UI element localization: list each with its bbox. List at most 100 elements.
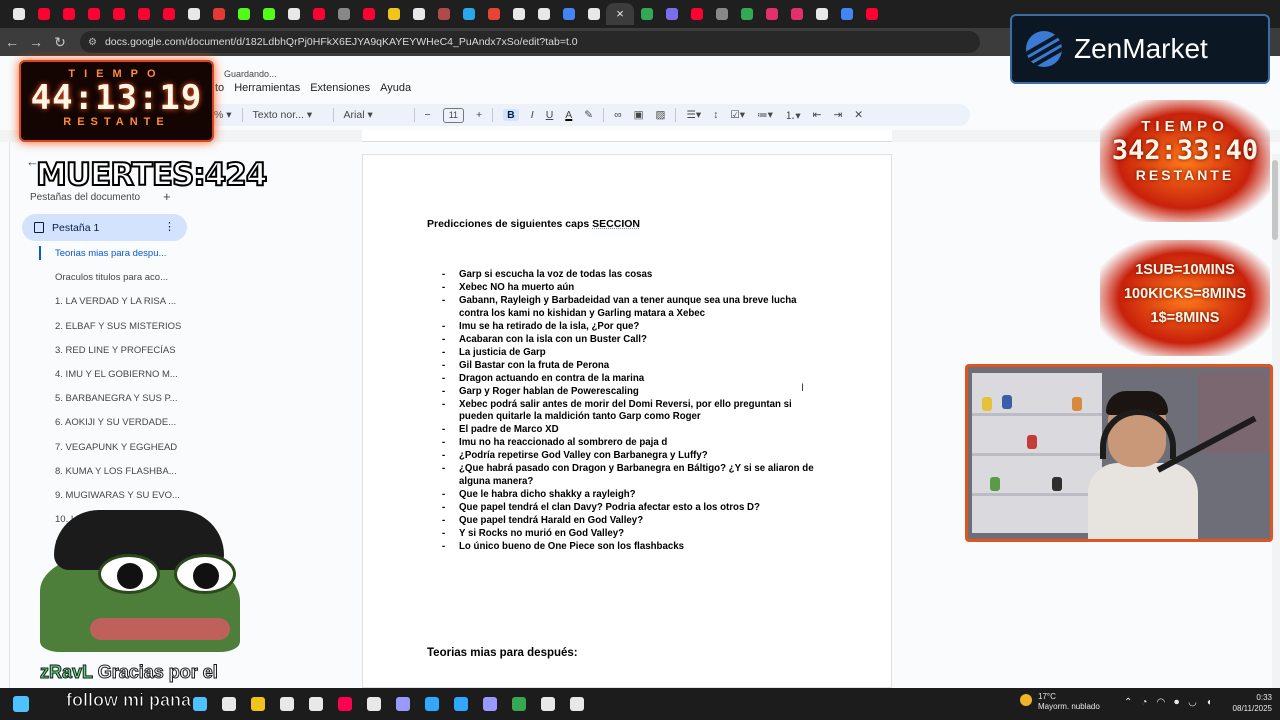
browser-tab[interactable] [859,3,884,25]
network-icon[interactable]: ◠ [1156,697,1165,708]
browser-tab[interactable] [406,3,431,25]
browser-tab[interactable] [456,3,481,25]
taskbar-clock[interactable]: 0:33 08/11/2025 [1222,692,1272,714]
browser-tab[interactable] [106,3,131,25]
text-color-button[interactable]: A [565,109,572,121]
browser-tab[interactable] [506,3,531,25]
horizontal-ruler[interactable] [362,130,892,142]
close-tab-icon[interactable]: × [616,7,624,20]
list-item[interactable]: - Garp si escucha la voz de todas las cos… [442,269,827,282]
browser-tab[interactable] [709,3,734,25]
reload-icon[interactable]: ↻ [48,34,72,51]
list-item[interactable]: - Dragon actuando en contra de la marina [442,373,827,386]
link-icon[interactable]: ∞ [614,109,622,121]
scrollbar-thumb[interactable] [1272,160,1278,240]
decrease-indent-icon[interactable]: ⇤ [813,109,822,121]
browser-tab[interactable] [181,3,206,25]
url-field[interactable]: ⚙ docs.google.com/document/d/182LdbhQrPj… [80,31,980,53]
highlight-icon[interactable]: ✎ [584,109,593,121]
list-item[interactable]: - Xebec podrá salir antes de morir del Do… [442,399,827,425]
outline-item[interactable]: 7. VEGAPUNK Y EGGHEAD [55,442,181,466]
taskbar-app-icon[interactable] [330,688,359,720]
outline-item[interactable]: 1. LA VERDAD Y LA RISA ... [55,296,181,320]
browser-tab[interactable] [281,3,306,25]
font-size-decrease-button[interactable]: − [425,109,431,121]
list-item[interactable]: - Garp y Roger hablan de Powerescaling [442,386,827,399]
browser-tab[interactable] [431,3,456,25]
taskbar-app-icon[interactable] [504,688,533,720]
taskbar-app-icon[interactable] [388,688,417,720]
taskbar-app-icon[interactable] [475,688,504,720]
browser-tab[interactable] [634,3,659,25]
browser-tab[interactable] [381,3,406,25]
menu-item-extensiones[interactable]: Extensiones [310,82,370,94]
mic-icon[interactable]: ⏺ [1174,697,1179,708]
vertical-ruler[interactable] [0,142,10,688]
browser-tab[interactable] [206,3,231,25]
zoom-select[interactable]: % ▾ [214,109,232,121]
tab-options-icon[interactable]: ⋮ [164,220,175,233]
outline-item[interactable]: Oraculos titulos para aco... [55,272,181,296]
browser-tab[interactable] [256,3,281,25]
underline-button[interactable]: U [546,109,554,121]
style-select[interactable]: Texto nor... ▾ [253,109,323,121]
list-item[interactable]: - Acabaran con la isla con un Buster Call… [442,334,827,347]
font-select[interactable]: Arial ▾ [344,109,404,121]
browser-tab[interactable] [556,3,581,25]
site-info-icon[interactable]: ⚙ [88,37,97,48]
browser-tab[interactable] [684,3,709,25]
taskbar-app-icon[interactable] [533,688,562,720]
forward-icon[interactable]: → [24,34,48,50]
outline-item[interactable]: 3. RED LINE Y PROFECÍAS [55,345,181,369]
browser-tab[interactable] [231,3,256,25]
list-item[interactable]: - Que papel tendrá Harald en God Valley? [442,515,827,528]
taskbar-app-icon[interactable] [562,688,591,720]
font-size-increase-button[interactable]: + [476,109,482,121]
menu-item-ayuda[interactable]: Ayuda [380,82,411,94]
weather-icon[interactable] [1020,694,1032,706]
taskbar-app-icon[interactable] [272,688,301,720]
browser-tab[interactable] [834,3,859,25]
outline-item[interactable]: 4. IMU Y EL GOBIERNO M... [55,369,181,393]
browser-tab[interactable] [734,3,759,25]
browser-tab[interactable] [759,3,784,25]
taskbar-app-icon[interactable] [214,688,243,720]
line-spacing-icon[interactable]: ↕ [713,109,718,121]
wifi-icon[interactable]: ◡ [1188,697,1197,708]
list-item[interactable]: - Que papel tendrá el clan Davy? Podria a… [442,502,827,515]
increase-indent-icon[interactable]: ⇥ [833,109,842,121]
browser-tab[interactable] [531,3,556,25]
bulleted-list-icon[interactable]: ≔▾ [757,109,773,121]
italic-button[interactable]: I [531,109,534,121]
browser-tab[interactable] [6,3,31,25]
list-item[interactable]: - Lo único bueno de One Piece son los fla… [442,541,827,554]
outline-item[interactable]: 8. KUMA Y LOS FLASHBA... [55,466,181,490]
taskbar-app-icon[interactable] [243,688,272,720]
list-item[interactable]: - Imu se ha retirado de la isla, ¿Por que… [442,321,827,334]
tray-app-icon[interactable]: ◔ [1141,697,1147,708]
align-icon[interactable]: ☰▾ [686,109,701,121]
back-icon[interactable]: ← [0,34,24,50]
font-size-input[interactable]: 11 [442,107,465,123]
list-item[interactable]: - Gil Bastar con la fruta de Perona [442,360,827,373]
outline-item[interactable]: Teorias mias para despu... [55,248,181,272]
list-item[interactable]: - Gabann, Rayleigh y Barbadeidad van a te… [442,295,827,321]
bold-button[interactable]: B [503,109,519,121]
browser-tab-active[interactable]: × [606,3,634,25]
browser-tab[interactable] [131,3,156,25]
browser-tab[interactable] [331,3,356,25]
tray-chevron-icon[interactable]: ⌃ [1124,697,1132,708]
browser-tab[interactable] [481,3,506,25]
list-item[interactable]: - El padre de Marco XD [442,424,827,437]
document-tab-1[interactable]: Pestaña 1 ⋮ [22,214,187,241]
comment-icon[interactable]: ▣ [634,109,644,121]
list-item[interactable]: - Imu no ha reaccionado al sombrero de pa… [442,437,827,450]
list-item[interactable]: - Y si Rocks no murió en God Valley? [442,528,827,541]
browser-tab[interactable] [81,3,106,25]
browser-tab[interactable] [156,3,181,25]
taskbar-app-icon[interactable] [417,688,446,720]
browser-tab[interactable] [581,3,606,25]
list-item[interactable]: - Xebec NO ha muerto aún [442,282,827,295]
list-item[interactable]: - ¿Que habrá pasado con Dragon y Barbaneg… [442,463,827,489]
weather-widget[interactable]: 17°C Mayorm. nublado [1038,692,1100,712]
